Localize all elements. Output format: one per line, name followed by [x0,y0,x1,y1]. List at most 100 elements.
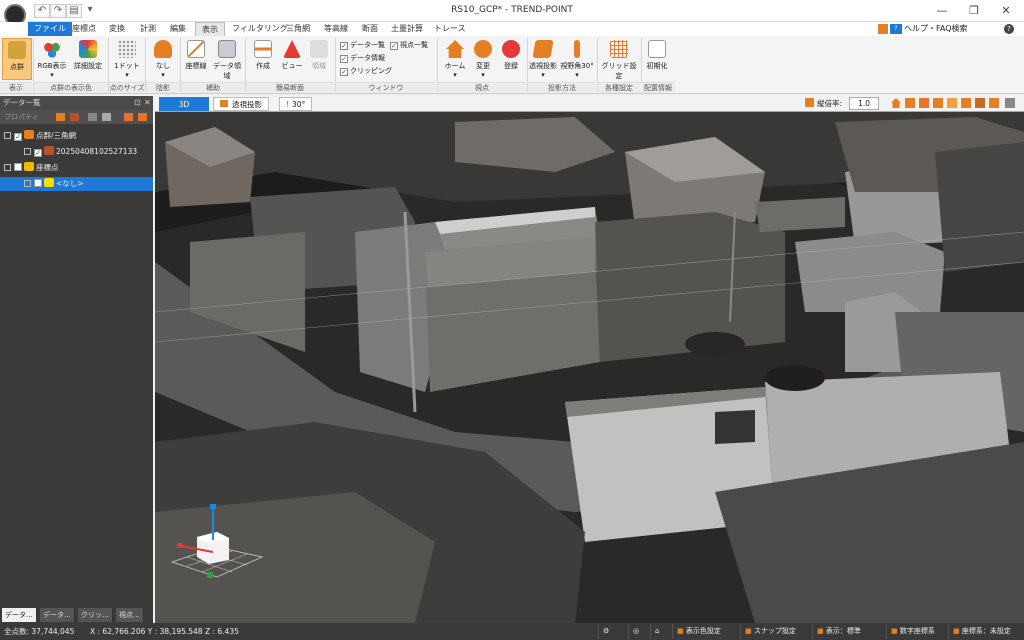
data-area-button[interactable]: データ領域 [210,38,244,80]
group-display: 表示 [0,82,32,93]
minimize-button[interactable]: — [926,0,958,22]
detail-settings-button[interactable]: 詳細設定 [70,38,106,80]
color-setting-button[interactable]: ■ 表示色設定 [672,624,725,639]
view-right-icon[interactable] [947,98,957,108]
tool-icon-3[interactable] [88,113,97,121]
help-search-link[interactable]: ヘルプ・FAQ検索 [904,22,968,36]
view-front-icon[interactable] [905,98,915,108]
tab-data-info[interactable]: データ... [40,608,75,622]
point-cloud-render [155,112,1024,623]
reset-layout-button[interactable]: 初期化 [642,38,672,80]
data-info-checkbox[interactable]: ✓ データ情報 [340,53,385,64]
tab-data-list[interactable]: データ... [2,608,37,622]
menu-view[interactable]: 表示 [195,22,225,36]
status-tool-2[interactable]: ◎ [628,624,650,639]
tool-icon-1[interactable] [56,113,65,121]
menu-measure[interactable]: 計測 [134,22,162,36]
tab-3d[interactable]: 3D [159,97,209,111]
group-settings: 各種設定 [598,82,640,93]
panel-close-icon[interactable]: ✕ [144,98,151,107]
tool-icon-6[interactable] [138,113,147,121]
point-cloud-button[interactable]: 点群 [2,38,32,80]
pointcloud-icon [24,130,34,139]
scale-input[interactable]: 1.0 [849,97,879,110]
group-viewpoint: 視点 [438,82,526,93]
view-back-icon[interactable] [919,98,929,108]
grid-settings-button[interactable]: グリッド設定 [600,38,638,80]
perspective-dropdown[interactable]: 透視投影 [213,97,269,111]
view-top-icon[interactable] [961,98,971,108]
orientation-gizmo[interactable] [167,502,267,584]
tree-item-coordpoints[interactable]: 座標点 [0,161,153,175]
group-aux: 補助 [181,82,245,93]
view-iso-icon[interactable] [989,98,999,108]
coord-system-button[interactable]: ■ 数字座標系 [886,624,939,639]
home-view-button[interactable]: ホーム ▾ [440,38,470,80]
group-simple-section: 簡易断面 [246,82,334,93]
menu-convert[interactable]: 変換 [103,22,131,36]
view-left-icon[interactable] [933,98,943,108]
view-extra-icon[interactable] [1005,98,1015,108]
perspective-button[interactable]: 透視投影 ▾ [528,38,558,80]
axis-cube-icon [170,504,264,578]
view-bottom-icon[interactable] [975,98,985,108]
panel-toolbar: プロパティ [0,110,153,124]
coordpoint-icon [24,162,34,171]
clipping-checkbox[interactable]: ✓ クリッピング [340,66,392,77]
rgb-display-button[interactable]: RGB表示 ▾ [36,38,68,80]
section-view-button[interactable]: ビュー [277,38,307,80]
axis-line-icon [187,40,205,58]
point-size-button[interactable]: 1ドット ▾ [111,38,143,80]
change-view-button[interactable]: 変更 ▾ [468,38,498,80]
close-button[interactable]: ✕ [990,0,1022,22]
expand-icon[interactable] [24,148,31,155]
dot-size-icon [118,40,136,58]
menu-section[interactable]: 断面 [356,22,384,36]
collapse-icon[interactable] [4,132,11,139]
view-list-checkbox[interactable]: ✓ 視点一覧 [390,40,428,51]
tree-item-none[interactable]: <なし> [0,177,153,191]
tree-item-dataset[interactable]: ✓ 20250408102527133 [0,145,153,159]
section-create-button[interactable]: 作成 [248,38,278,80]
collapse-icon[interactable] [4,164,11,171]
maximize-button[interactable]: ❐ [958,0,990,22]
properties-button[interactable]: プロパティ [4,112,39,122]
3d-viewport[interactable] [155,112,1024,623]
snap-setting-button[interactable]: ■ スナップ設定 [740,624,800,639]
menu-triangle[interactable]: 三角網 [280,22,316,36]
register-view-icon [502,40,520,58]
menu-points[interactable]: 座標点 [66,22,102,36]
display-mode-button[interactable]: ■ 表示：標準 [812,624,865,639]
tab-viewpoints[interactable]: 視点... [116,608,144,622]
status-tool-3[interactable]: ⌂ [650,624,672,639]
crs-button[interactable]: ■ 座標系：未設定 [948,624,1015,639]
menu-bar: ファイル 座標点 変換 計測 編集 表示 フィルタリング 三角網 等高線 断面 … [0,22,1024,36]
menu-contour[interactable]: 等高線 [318,22,354,36]
menu-trace[interactable]: トレース [428,22,472,36]
menu-volume[interactable]: 土量計算 [385,22,429,36]
fov-button[interactable]: 視野角30° ▾ [560,38,594,80]
menu-edit[interactable]: 編集 [164,22,192,36]
tree-item-pointcloud[interactable]: ✓ 点群/三角網 [0,129,153,143]
tool-icon-2[interactable] [70,113,79,121]
filter-icon[interactable] [878,24,888,34]
help-icon[interactable]: ? [1004,24,1014,34]
section-area-button[interactable]: 領域 [304,38,334,80]
register-view-button[interactable]: 登録 [496,38,526,80]
tool-icon-5[interactable] [124,113,133,121]
tab-clipping[interactable]: クリッ... [78,608,113,622]
group-projection: 投影方法 [528,82,596,93]
view-home-icon[interactable] [891,98,901,108]
perspective-small-icon [220,100,228,107]
fov-small-icon: ! [286,100,290,109]
fov-dropdown[interactable]: ! 30° [279,97,313,111]
status-tool-1[interactable]: ⚙ [598,624,628,639]
help-search-icon[interactable]: ? [890,24,902,34]
expand-icon[interactable] [24,180,31,187]
data-list-panel: データ一覧 ⊡ ✕ プロパティ ✓ 点群/三角網 ✓ 202504081025271… [0,96,153,623]
data-list-checkbox[interactable]: ✓ データ一覧 [340,40,385,51]
axis-line-button[interactable]: 座標線 [182,38,210,80]
tool-icon-4[interactable] [102,113,111,121]
shading-button[interactable]: なし ▾ [148,38,178,80]
pin-icon[interactable]: ⊡ [134,98,141,107]
